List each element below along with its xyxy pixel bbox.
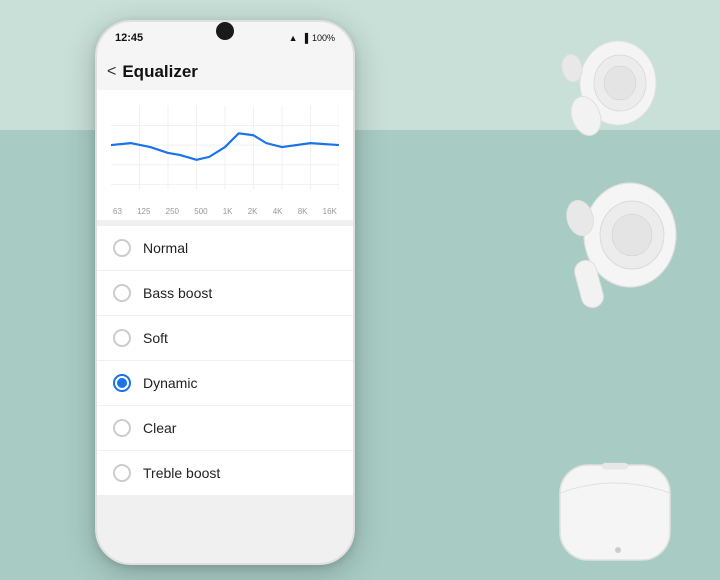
freq-250: 250: [166, 207, 179, 216]
charging-case: [550, 425, 680, 570]
option-soft[interactable]: Soft: [97, 316, 353, 361]
equalizer-chart: 63 125 250 500 1K 2K 4K 8K 16K: [97, 90, 353, 220]
option-treble-boost-label: Treble boost: [143, 465, 220, 481]
freq-8k: 8K: [298, 207, 308, 216]
radio-dynamic: [113, 374, 131, 392]
option-bass-boost-label: Bass boost: [143, 285, 212, 301]
radio-treble-boost: [113, 464, 131, 482]
signal-icon: ▐: [302, 33, 308, 43]
freq-63: 63: [113, 207, 122, 216]
radio-normal: [113, 239, 131, 257]
chart-svg: [111, 100, 339, 200]
page-title: Equalizer: [122, 62, 198, 82]
app-header: < Equalizer: [97, 54, 353, 90]
status-icons: ▲ ▐ 100%: [289, 33, 335, 43]
option-treble-boost[interactable]: Treble boost: [97, 451, 353, 496]
earbud-mid-right: [562, 170, 692, 325]
wifi-icon: ▲: [289, 33, 298, 43]
radio-dynamic-fill: [117, 378, 127, 388]
freq-16k: 16K: [323, 207, 337, 216]
freq-1k: 1K: [223, 207, 233, 216]
radio-soft: [113, 329, 131, 347]
option-clear-label: Clear: [143, 420, 176, 436]
status-time: 12:45: [115, 32, 143, 44]
radio-bass-boost: [113, 284, 131, 302]
freq-4k: 4K: [273, 207, 283, 216]
phone-frame: 12:45 ▲ ▐ 100% < Equalizer: [95, 20, 355, 565]
option-normal[interactable]: Normal: [97, 226, 353, 271]
chart-x-labels: 63 125 250 500 1K 2K 4K 8K 16K: [111, 207, 339, 216]
notch: [216, 22, 234, 40]
freq-500: 500: [194, 207, 207, 216]
radio-clear: [113, 419, 131, 437]
earbud-top-right: [558, 28, 668, 148]
back-button[interactable]: <: [107, 63, 116, 81]
option-soft-label: Soft: [143, 330, 168, 346]
status-bar: 12:45 ▲ ▐ 100%: [97, 22, 353, 54]
option-bass-boost[interactable]: Bass boost: [97, 271, 353, 316]
equalizer-options-list: Normal Bass boost Soft Dynamic Clear Tre…: [97, 226, 353, 496]
battery-label: 100%: [312, 33, 335, 43]
option-dynamic-label: Dynamic: [143, 375, 197, 391]
option-clear[interactable]: Clear: [97, 406, 353, 451]
freq-125: 125: [137, 207, 150, 216]
freq-2k: 2K: [248, 207, 258, 216]
option-normal-label: Normal: [143, 240, 188, 256]
option-dynamic[interactable]: Dynamic: [97, 361, 353, 406]
